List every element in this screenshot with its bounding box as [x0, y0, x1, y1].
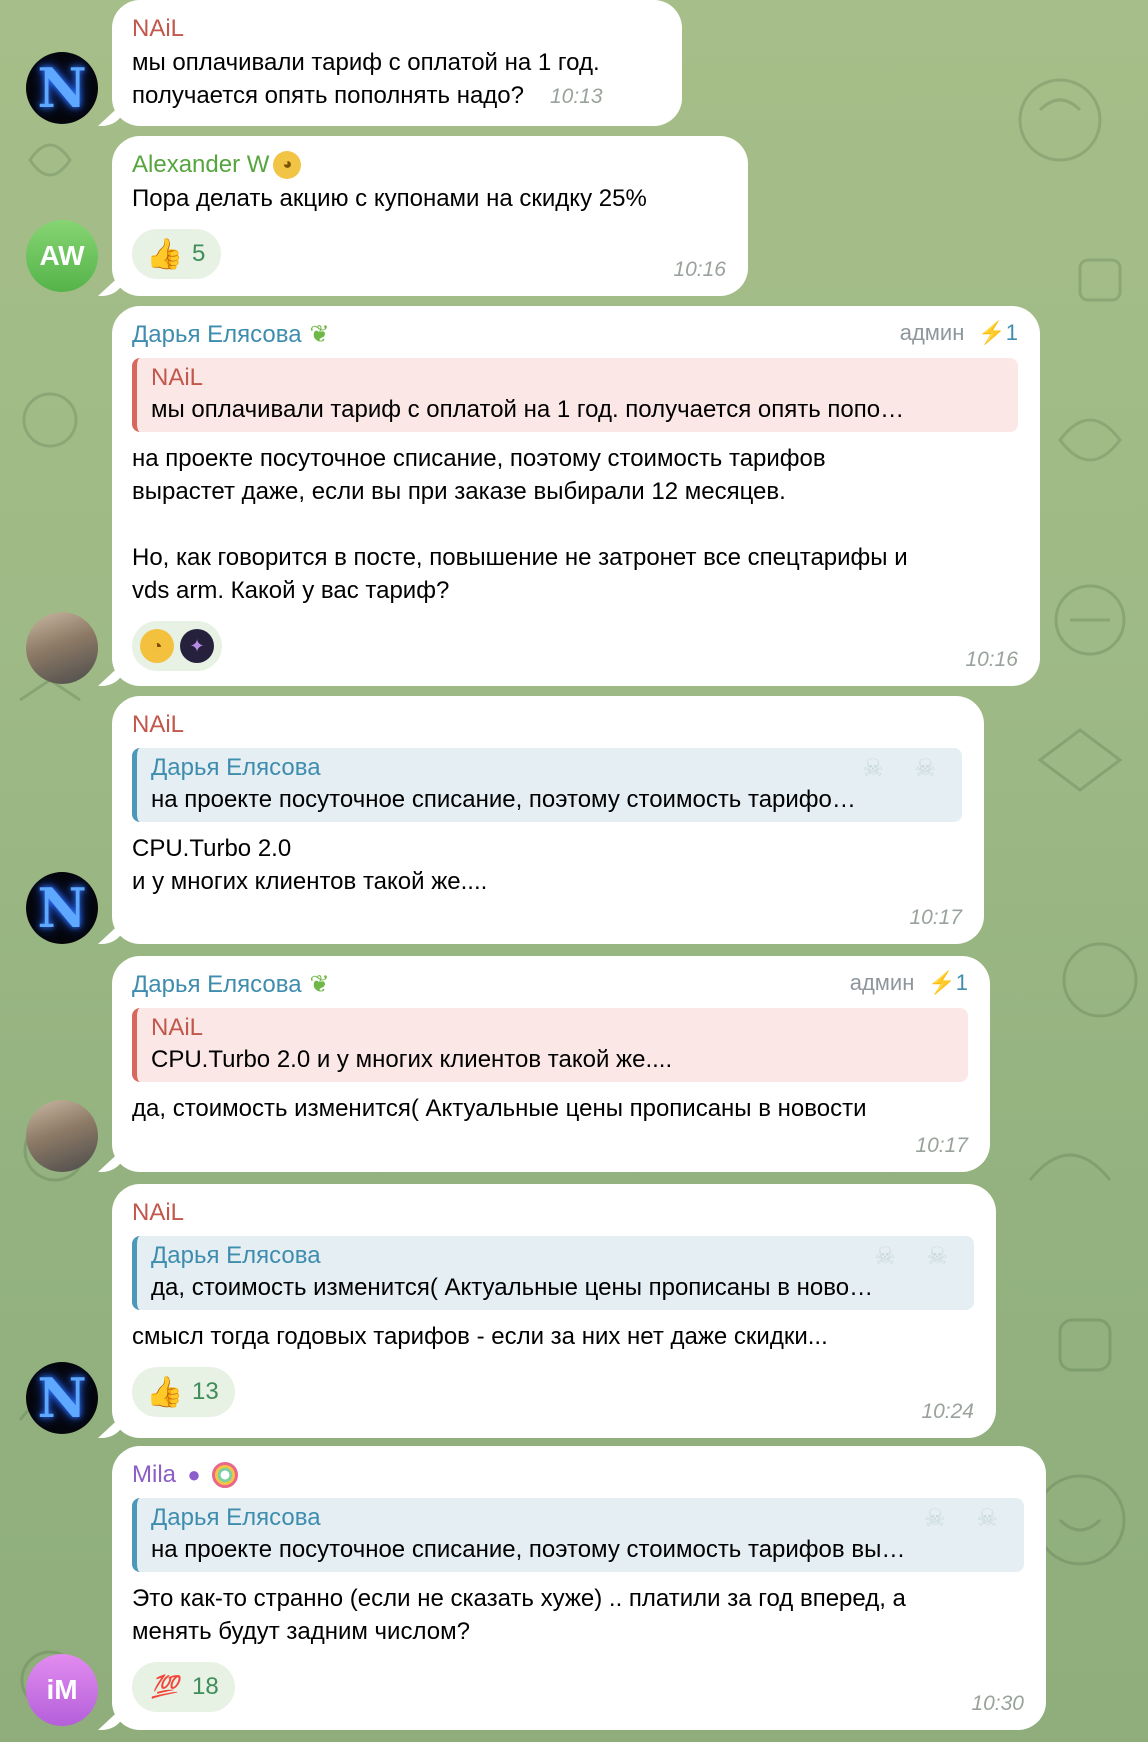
quote-sender: NAiL [151, 364, 204, 391]
message-text: CPU.Turbo 2.0 и у многих клиентов такой … [132, 835, 488, 895]
admin-badge: админ ⚡1 [850, 970, 968, 996]
avatar-darya[interactable] [26, 612, 98, 684]
quote-sender: Дарья Елясова [151, 754, 321, 781]
quote-pattern-icon: ☠ ☠ [862, 755, 948, 782]
avatar-alexander[interactable]: AW [26, 220, 98, 292]
lightning-icon: ⚡1 [978, 320, 1018, 345]
message-time: 10:24 [921, 1400, 974, 1423]
message-time: 10:17 [909, 906, 962, 929]
avatar-nail[interactable]: N [26, 52, 98, 124]
admin-label: админ [899, 320, 965, 345]
sender-name[interactable]: Alexander W ◕ [132, 148, 726, 182]
sender-name[interactable]: NAiL [132, 1196, 974, 1230]
avatar-nail[interactable]: N [26, 872, 98, 944]
ring-emoji-status-icon [212, 1462, 239, 1488]
sender-name[interactable]: Mila ● [132, 1458, 1024, 1492]
hundred-points-icon: 💯 [151, 1674, 179, 1699]
sender-name[interactable]: NAiL [132, 12, 660, 46]
message-bubble[interactable]: NAiL мы оплачивали тариф с оплатой на 1 … [112, 0, 682, 126]
avatar-initials: iM [46, 1674, 78, 1705]
reply-quote[interactable]: ☠ ☠ Дарья Елясова на проекте посуточное … [132, 748, 962, 822]
quote-text: на проекте посуточное списание, поэтому … [151, 1536, 906, 1563]
reply-quote[interactable]: NAiL CPU.Turbo 2.0 и у многих клиентов т… [132, 1008, 968, 1082]
leaf-emoji-status-icon: ❦ [309, 971, 330, 998]
message-text: мы оплачивали тариф с оплатой на 1 год. … [132, 49, 603, 109]
message-bubble[interactable]: Mila ● ☠ ☠ Дарья Елясова на проекте посут… [112, 1446, 1046, 1730]
sender-name-text: Alexander W [132, 151, 270, 178]
reaction-thumbs-up[interactable]: 👍 13 [132, 1367, 235, 1417]
reply-quote[interactable]: NAiL мы оплачивали тариф с оплатой на 1 … [132, 358, 1018, 432]
quote-sender: Дарья Елясова [151, 1504, 321, 1531]
woozy-face-icon: ◔ [140, 629, 174, 663]
message-bubble[interactable]: Дарья Елясова ❦ админ ⚡1 NAiL мы оплачивал… [112, 306, 1040, 686]
sender-name[interactable]: Дарья Елясова ❦ [132, 968, 968, 1002]
avatar-mila[interactable]: iM [26, 1654, 98, 1726]
sender-name-text: Дарья Елясова [132, 321, 302, 348]
sender-name-text: Mila [132, 1461, 177, 1488]
message-text: Это как-то странно (если не сказать хуже… [132, 1585, 906, 1645]
boost-count: 1 [955, 970, 968, 995]
avatar-nail[interactable]: N [26, 1362, 98, 1434]
message-time: 10:16 [673, 258, 726, 281]
custom-emoji-icon: ✦ [180, 629, 214, 663]
quote-text: на проекте посуточное списание, поэтому … [151, 786, 856, 813]
quote-text: CPU.Turbo 2.0 и у многих клиентов такой … [151, 1046, 673, 1073]
thumbs-up-icon: 👍 [146, 1375, 184, 1409]
reaction-list[interactable]: ◔ ✦ [132, 621, 222, 671]
message-bubble[interactable]: Дарья Елясова ❦ админ ⚡1 NAiL CPU.Turbo 2.… [112, 956, 990, 1172]
quote-text: мы оплачивали тариф с оплатой на 1 год. … [151, 396, 905, 423]
message-time: 10:30 [971, 1692, 1024, 1715]
message-bubble[interactable]: NAiL ☠ ☠ Дарья Елясова да, стоимость изм… [112, 1184, 996, 1438]
sender-name[interactable]: Дарья Елясова ❦ [132, 318, 1018, 352]
reaction-count: 13 [192, 1378, 219, 1405]
quote-pattern-icon: ☠ ☠ [874, 1243, 960, 1270]
message-time: 10:17 [915, 1134, 968, 1157]
leaf-emoji-status-icon: ❦ [309, 321, 330, 348]
reaction-hundred[interactable]: 💯 18 [132, 1662, 235, 1712]
reaction-thumbs-up[interactable]: 👍 5 [132, 229, 222, 279]
lightning-icon: ⚡1 [928, 970, 968, 995]
quote-sender: NAiL [151, 1014, 204, 1041]
reply-quote[interactable]: ☠ ☠ Дарья Елясова да, стоимость изменитс… [132, 1236, 974, 1310]
sender-name[interactable]: NAiL [132, 708, 962, 742]
reaction-count: 5 [192, 240, 206, 267]
avatar-initials: AW [39, 240, 85, 271]
reaction-count: 18 [192, 1673, 219, 1700]
message-text: смысл тогда годовых тарифов - если за ни… [132, 1323, 828, 1350]
admin-label: админ [849, 970, 915, 995]
message-text: да, стоимость изменится( Актуальные цены… [132, 1095, 867, 1122]
message-time: 10:16 [965, 648, 1018, 671]
admin-badge: админ ⚡1 [900, 320, 1018, 346]
message-bubble[interactable]: Alexander W ◕ Пора делать акцию с купонам… [112, 136, 748, 296]
message-time: 10:13 [550, 85, 603, 108]
boost-count: 1 [1005, 320, 1018, 345]
quote-text: да, стоимость изменится( Актуальные цены… [151, 1274, 874, 1301]
quote-sender: Дарья Елясова [151, 1242, 321, 1269]
quote-pattern-icon: ☠ ☠ [924, 1505, 1010, 1532]
reply-quote[interactable]: ☠ ☠ Дарья Елясова на проекте посуточное … [132, 1498, 1024, 1572]
sender-name-text: Дарья Елясова [132, 971, 302, 998]
message-bubble[interactable]: NAiL ☠ ☠ Дарья Елясова на проекте посуто… [112, 696, 984, 944]
avatar-darya[interactable] [26, 1100, 98, 1172]
message-text: на проекте посуточное списание, поэтому … [132, 445, 908, 604]
thumbs-up-icon: 👍 [146, 237, 184, 271]
message-text: Пора делать акцию с купонами на скидку 2… [132, 185, 647, 212]
apple-icon: ● [187, 1462, 201, 1487]
doge-emoji-status-icon: ◕ [273, 151, 302, 179]
